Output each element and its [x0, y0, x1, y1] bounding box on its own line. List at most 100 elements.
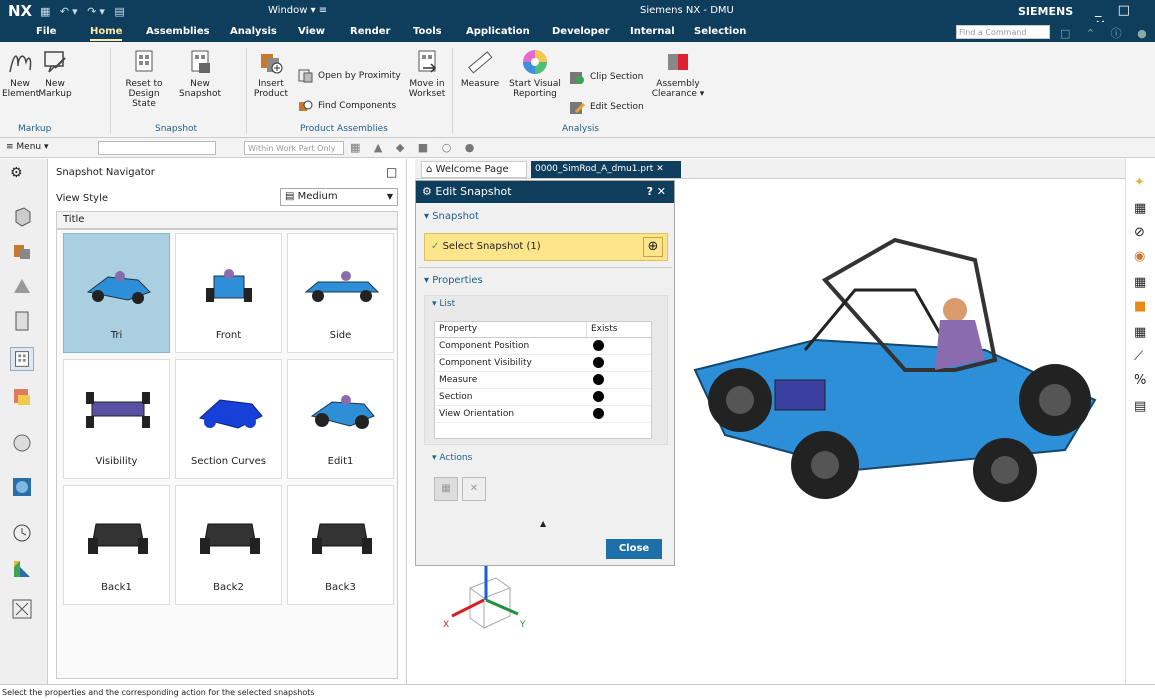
constraint-navigator-icon[interactable] — [10, 275, 34, 299]
view-style-label: View Style — [56, 193, 109, 204]
clip-section-icon — [570, 72, 584, 84]
crosshair-icon[interactable]: ⊕ — [643, 237, 663, 257]
clip-section-button[interactable]: Clip Section — [568, 68, 643, 86]
table-row[interactable]: Measure — [435, 372, 651, 389]
table-row[interactable]: Section — [435, 389, 651, 406]
new-markup-button[interactable]: New Markup — [38, 48, 72, 99]
measure-icon[interactable]: ⟋ — [1134, 349, 1143, 364]
selection-tools[interactable]: ▦ ▲ ◆ ■ ○ ● — [350, 141, 479, 154]
tab-analysis[interactable]: Analysis — [230, 26, 277, 37]
assembly-clearance-button[interactable]: Assembly Clearance ▾ — [650, 48, 706, 99]
snapshot-tile-edit1[interactable]: Edit1 — [287, 359, 394, 479]
quick-access-toolbar[interactable]: ▦ ↶▾ ↷▾ ▤ — [40, 5, 128, 18]
tab-developer[interactable]: Developer — [552, 26, 610, 37]
table-row[interactable]: Component Position — [435, 338, 651, 355]
sparkle-icon[interactable]: ✦ — [1134, 175, 1145, 190]
select-snapshot-row[interactable]: ✓ Select Snapshot (1) ⊕ — [424, 233, 668, 261]
close-tab-icon[interactable]: ✕ — [656, 164, 664, 174]
history-icon[interactable] — [10, 475, 34, 499]
view-style-dropdown[interactable]: ▤ Medium ▼ — [280, 188, 398, 206]
snapshot-tile-tri[interactable]: Tri — [63, 233, 170, 353]
tab-view[interactable]: View — [298, 26, 325, 37]
tab-assemblies[interactable]: Assemblies — [146, 26, 210, 37]
window-menu[interactable]: Window ▾ ≡ — [268, 5, 327, 16]
new-element-button[interactable]: New Element — [2, 48, 39, 99]
kart-thumbnail — [88, 523, 148, 554]
grid-icon[interactable]: ▦ — [1134, 325, 1146, 340]
snapshot-tile-section-curves[interactable]: Section Curves — [175, 359, 282, 479]
row-label: Component Visibility — [439, 358, 532, 368]
collapse-arrow-icon[interactable]: ▲ — [540, 519, 546, 528]
tab-selection[interactable]: Selection — [694, 26, 746, 37]
table-row[interactable]: Component Visibility — [435, 355, 651, 372]
col-property[interactable]: Property — [435, 322, 587, 337]
section-snapshot[interactable]: ▾ Snapshot — [424, 211, 479, 222]
start-visual-reporting-button[interactable]: Start Visual Reporting — [508, 48, 562, 99]
move-snapshot-icon[interactable]: ▦ — [1134, 275, 1146, 290]
web-browser-icon[interactable] — [10, 431, 34, 455]
new-snapshot-button[interactable]: New Snapshot — [178, 48, 222, 99]
ribbon-separator — [452, 48, 453, 134]
settings-gear-icon[interactable]: ⚙ — [10, 165, 23, 181]
table-header: Property Exists — [435, 322, 651, 338]
dialog-header: ⚙ Edit Snapshot ? ✕ — [416, 181, 674, 203]
kart-model[interactable] — [655, 220, 1125, 510]
triad-x-label: X — [443, 620, 450, 630]
type-filter-dropdown[interactable] — [98, 141, 216, 155]
hd3d-tools-icon[interactable] — [10, 385, 34, 409]
tab-home[interactable]: Home — [90, 26, 123, 41]
document-icon[interactable]: ■ — [1134, 299, 1146, 314]
snapshot-tile-back2[interactable]: Back2 — [175, 485, 282, 605]
hide-icon[interactable]: ⊘ — [1134, 225, 1145, 240]
tab-part-file[interactable]: 0000_SimRod_A_dmu1.prt ✕ — [531, 161, 681, 178]
measure-button[interactable]: Measure — [458, 48, 502, 89]
find-components-button[interactable]: Find Components — [298, 98, 396, 114]
row-label: View Orientation — [439, 409, 515, 419]
maximize-icon[interactable]: □ — [386, 165, 397, 179]
add-component-icon[interactable]: ◉ — [1134, 249, 1145, 264]
dialog-help-close[interactable]: ? ✕ — [647, 185, 666, 198]
col-exists[interactable]: Exists — [587, 322, 651, 337]
edit-section-button[interactable]: Edit Section — [568, 98, 644, 116]
tab-file[interactable]: File — [36, 26, 56, 37]
section-actions[interactable]: ▾ Actions — [432, 453, 472, 463]
snapshot-tile-front[interactable]: Front — [175, 233, 282, 353]
ribbon-right-icons[interactable]: □ ⌃ ⓘ ● — [1060, 25, 1153, 41]
open-by-proximity-button[interactable]: Open by Proximity — [298, 68, 401, 84]
tab-welcome-page[interactable]: ⌂ Welcome Page — [421, 161, 527, 178]
apply-action-button[interactable]: ▦ — [434, 477, 458, 501]
table-row[interactable]: View Orientation — [435, 406, 651, 423]
roles-icon[interactable] — [10, 597, 34, 621]
reuse-library-icon[interactable] — [10, 309, 34, 333]
move-in-workset-button[interactable]: Move in Workset — [408, 48, 446, 99]
clock-icon[interactable] — [10, 521, 34, 545]
part-navigator-icon[interactable] — [10, 205, 34, 229]
ribbon-tabs: File Home Assemblies Analysis View Rende… — [0, 22, 1155, 42]
menu-button[interactable]: ≡ Menu ▾ — [6, 142, 49, 152]
tab-tools[interactable]: Tools — [413, 26, 442, 37]
tab-application[interactable]: Application — [466, 26, 530, 37]
snapshot-tile-side[interactable]: Side — [287, 233, 394, 353]
close-button[interactable]: Close — [606, 539, 662, 559]
clipboard-icon[interactable]: ▤ — [1134, 399, 1146, 414]
reset-to-design-state-button[interactable]: Reset to Design State — [118, 48, 170, 109]
insert-product-button[interactable]: Insert Product — [250, 48, 292, 99]
snapshot-navigator: Snapshot Navigator □ View Style ▤ Medium… — [48, 159, 407, 684]
snapshot-tile-back1[interactable]: Back1 — [63, 485, 170, 605]
column-header-title[interactable]: Title — [56, 211, 398, 229]
remove-action-button[interactable]: ✕ — [462, 477, 486, 501]
section-properties[interactable]: ▾ Properties — [424, 275, 483, 286]
tab-internal[interactable]: Internal — [630, 26, 675, 37]
snapshot-icon[interactable]: ▦ — [1134, 201, 1146, 216]
percent-icon[interactable]: % — [1134, 373, 1146, 388]
snapshot-tile-back3[interactable]: Back3 — [287, 485, 394, 605]
tab-render[interactable]: Render — [350, 26, 390, 37]
assembly-navigator-icon[interactable] — [10, 239, 34, 263]
section-list[interactable]: ▾ List — [432, 299, 455, 309]
snapshot-tile-visibility[interactable]: Visibility — [63, 359, 170, 479]
snapshot-navigator-icon[interactable] — [10, 347, 34, 371]
scope-filter-dropdown[interactable]: Within Work Part Only — [244, 141, 344, 155]
find-command-input[interactable]: Find a Command — [956, 25, 1050, 39]
visual-reporting-icon[interactable] — [10, 557, 34, 581]
ribbon-separator — [110, 48, 111, 134]
